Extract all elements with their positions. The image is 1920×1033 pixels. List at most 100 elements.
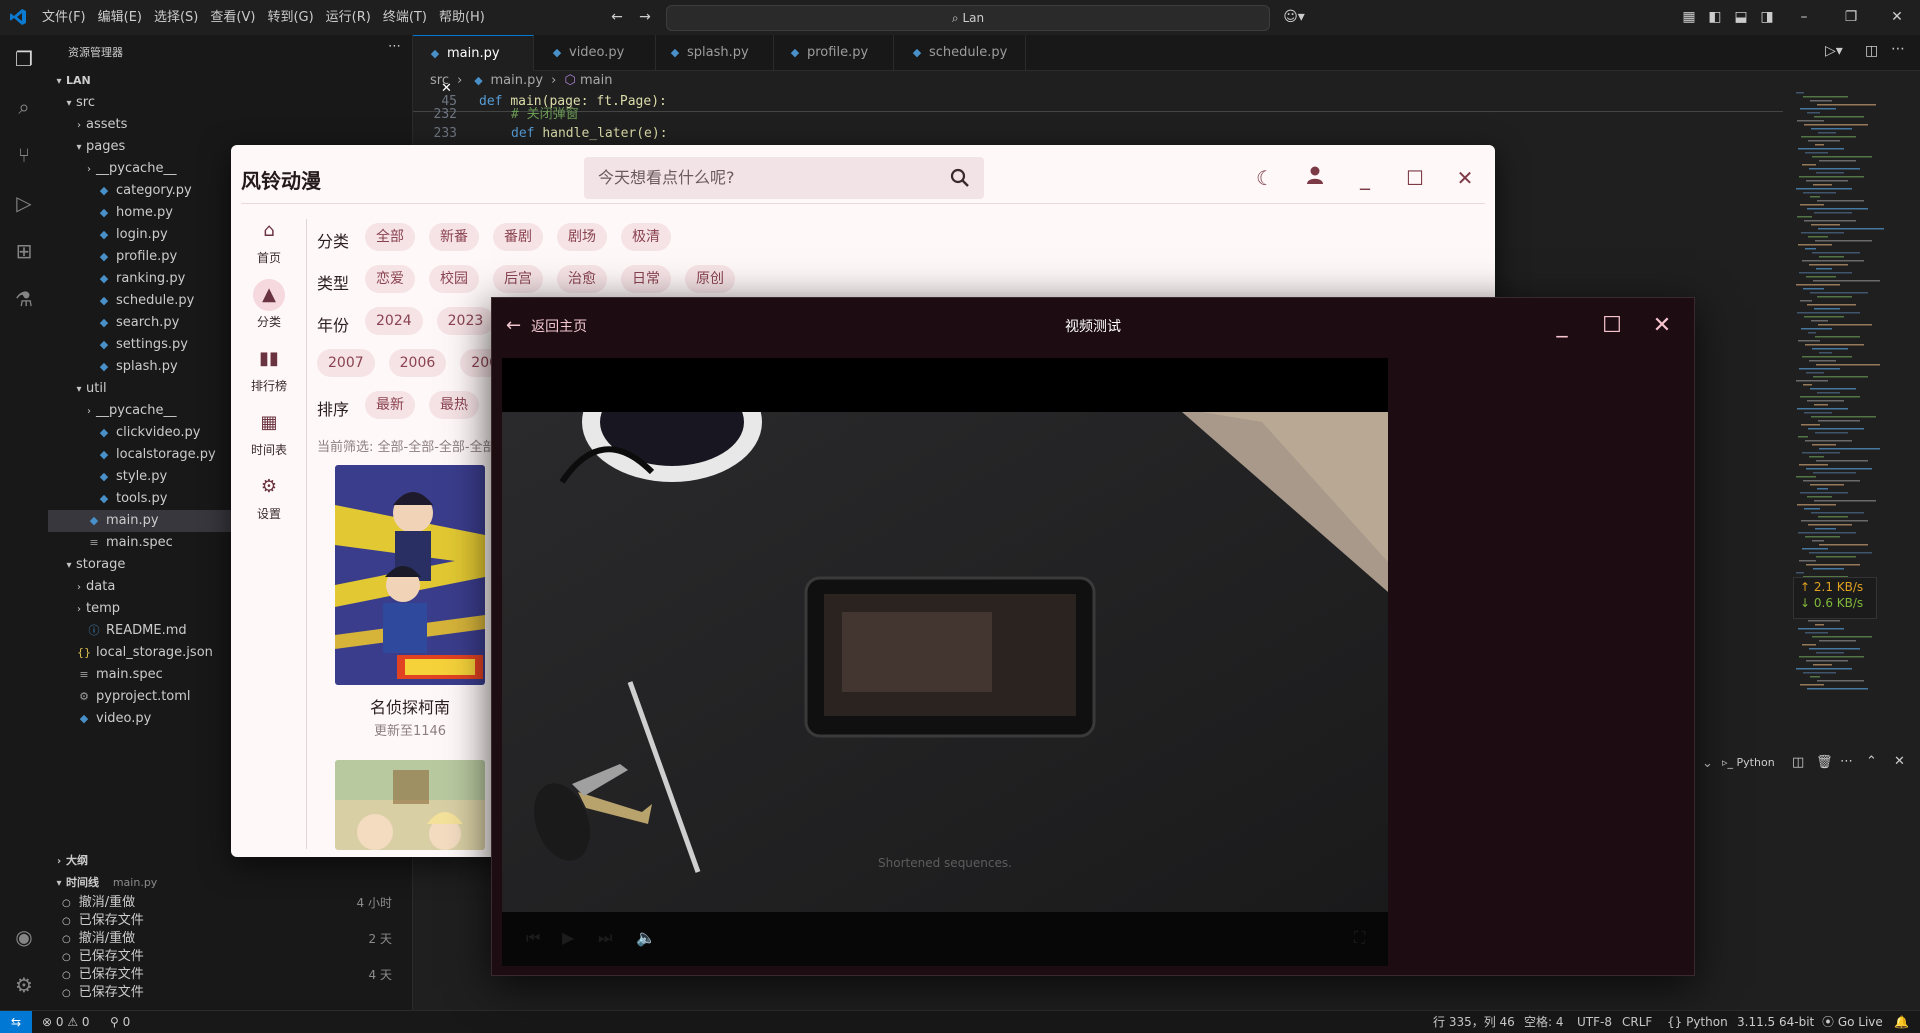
- menu-go[interactable]: 转到(G): [261, 0, 319, 35]
- manage-gear-icon[interactable]: ⚙: [10, 971, 38, 999]
- chevron-down-icon[interactable]: ⌄: [1702, 756, 1713, 771]
- notifications-bell-icon[interactable]: 🔔: [1894, 1011, 1909, 1033]
- tab-splash-py[interactable]: ◆ splash.py: [653, 35, 774, 70]
- panel-more-icon[interactable]: ⋯: [1840, 754, 1853, 769]
- volume-icon[interactable]: 🔈: [636, 928, 656, 947]
- copilot-icon[interactable]: ☺▾: [1280, 8, 1308, 26]
- encoding[interactable]: UTF-8: [1577, 1011, 1612, 1033]
- search-icon[interactable]: [950, 168, 970, 188]
- tab-video-py[interactable]: ◆ video.py: [535, 35, 656, 70]
- breadcrumb-item[interactable]: main.py: [490, 73, 543, 88]
- menu-view[interactable]: 查看(V): [204, 0, 261, 35]
- back-arrow-icon[interactable]: ←: [608, 8, 626, 26]
- maximize-icon[interactable]: ☐: [1598, 312, 1626, 340]
- filter-chip[interactable]: 新番: [429, 223, 479, 251]
- problems-indicator[interactable]: ⊗ 0 ⚠ 0: [42, 1011, 90, 1033]
- tab-schedule-py[interactable]: ◆ schedule.py: [895, 35, 1026, 70]
- restore-icon[interactable]: ❐: [1842, 8, 1860, 26]
- filter-chip[interactable]: 治愈: [557, 265, 607, 293]
- timeline-item[interactable]: ○ 已保存文件: [48, 912, 412, 930]
- search-icon[interactable]: ⌕: [10, 93, 38, 121]
- filter-chip[interactable]: 2007: [317, 349, 375, 377]
- extensions-icon[interactable]: ⊞: [10, 237, 38, 265]
- filter-chip[interactable]: 最新: [365, 391, 415, 419]
- menu-terminal[interactable]: 终端(T): [377, 0, 433, 35]
- filter-chip[interactable]: 后宫: [493, 265, 543, 293]
- filter-chip[interactable]: 极清: [621, 223, 671, 251]
- tab-main-py[interactable]: ◆ main.py ✕: [413, 35, 534, 96]
- filter-chip[interactable]: 最热: [429, 391, 479, 419]
- play-icon[interactable]: ▶: [562, 928, 574, 947]
- tab-profile-py[interactable]: ◆ profile.py: [773, 35, 894, 70]
- minimize-icon[interactable]: _: [1548, 312, 1576, 340]
- filter-chip[interactable]: 日常: [621, 265, 671, 293]
- filter-chip[interactable]: 恋爱: [365, 265, 415, 293]
- layout-icon[interactable]: ▦: [1680, 8, 1698, 26]
- close-icon[interactable]: ✕: [1894, 754, 1905, 769]
- close-icon[interactable]: ✕: [1888, 8, 1906, 26]
- code-line[interactable]: 233 def handle_later(e):: [413, 124, 668, 143]
- user-icon[interactable]: [1302, 165, 1328, 191]
- split-terminal-icon[interactable]: ◫: [1792, 755, 1804, 770]
- timeline-item[interactable]: ○ 撤消/重做 4 小时: [48, 894, 412, 912]
- breadcrumb-item[interactable]: main: [580, 73, 612, 88]
- filter-chip[interactable]: 原创: [685, 265, 735, 293]
- close-icon[interactable]: ✕: [1452, 165, 1478, 191]
- command-center[interactable]: ⌕ Lan: [666, 5, 1270, 31]
- remote-indicator-icon[interactable]: ⇆: [0, 1011, 32, 1033]
- nav-category[interactable]: ▲ 分类: [231, 279, 307, 339]
- filter-chip[interactable]: 全部: [365, 223, 415, 251]
- minimap[interactable]: [1790, 88, 1910, 728]
- timeline-item[interactable]: ○ 已保存文件 4 天: [48, 966, 412, 984]
- run-debug-icon[interactable]: ▷: [10, 189, 38, 217]
- filter-chip[interactable]: 剧场: [557, 223, 607, 251]
- trash-icon[interactable]: 🗑: [1816, 755, 1833, 770]
- filter-chip[interactable]: 2024: [365, 307, 423, 335]
- go-live-button[interactable]: ⦿ Go Live: [1822, 1011, 1883, 1033]
- ports-indicator[interactable]: ⚲ 0: [110, 1011, 130, 1033]
- dark-mode-moon-icon[interactable]: ☾: [1252, 165, 1278, 191]
- skip-previous-icon[interactable]: ⏮: [526, 928, 540, 948]
- breadcrumb-item[interactable]: src: [430, 73, 449, 88]
- run-file-icon[interactable]: ▷▾: [1825, 43, 1843, 59]
- fullscreen-icon[interactable]: ⛶: [1354, 928, 1365, 948]
- language-mode[interactable]: {} Python: [1667, 1011, 1728, 1033]
- menu-edit[interactable]: 编辑(E): [92, 0, 148, 35]
- nav-ranking[interactable]: ▮▮ 排行榜: [231, 343, 307, 403]
- timeline-item[interactable]: ○ 已保存文件: [48, 984, 412, 1002]
- nav-settings[interactable]: ⚙ 设置: [231, 471, 307, 531]
- accounts-icon[interactable]: ◉: [10, 923, 38, 951]
- nav-home[interactable]: ⌂ 首页: [231, 215, 307, 275]
- skip-next-icon[interactable]: ⏭: [598, 928, 612, 948]
- menu-file[interactable]: 文件(F): [36, 0, 92, 35]
- menu-selection[interactable]: 选择(S): [148, 0, 204, 35]
- nav-schedule[interactable]: ▦ 时间表: [231, 407, 307, 467]
- timeline-section[interactable]: ▾ 时间线 main.py: [48, 872, 412, 894]
- filter-chip[interactable]: 校园: [429, 265, 479, 293]
- minimize-icon[interactable]: –: [1795, 8, 1813, 26]
- explorer-icon[interactable]: ❐: [10, 45, 38, 73]
- split-editor-icon[interactable]: ◫: [1865, 43, 1878, 59]
- minimize-icon[interactable]: _: [1352, 165, 1378, 191]
- tree-item[interactable]: › assets: [48, 114, 412, 136]
- workspace-root[interactable]: ▾ LAN: [48, 70, 412, 92]
- source-control-icon[interactable]: ⑂: [10, 141, 38, 169]
- code-line[interactable]: 232 # 关闭弹窗: [413, 107, 579, 123]
- filter-chip[interactable]: 2006: [388, 349, 447, 377]
- app-search-box[interactable]: 今天想看点什么呢?: [584, 157, 984, 199]
- indentation[interactable]: 空格: 4: [1524, 1011, 1564, 1033]
- filter-chip[interactable]: 番剧: [493, 223, 543, 251]
- testing-icon[interactable]: ⚗: [10, 285, 38, 313]
- video-player[interactable]: Shortened sequences. ⏮ ▶ ⏭ 🔈 ⛶: [502, 358, 1388, 966]
- maximize-panel-icon[interactable]: ⌃: [1866, 754, 1877, 769]
- more-actions-icon[interactable]: ⋯: [388, 39, 401, 54]
- line-ending[interactable]: CRLF: [1622, 1011, 1652, 1033]
- close-icon[interactable]: ✕: [1648, 312, 1676, 340]
- toggle-sidebar-icon[interactable]: ◧: [1706, 8, 1724, 26]
- editor-more-icon[interactable]: ⋯: [1891, 41, 1905, 57]
- python-interpreter[interactable]: 3.11.5 64-bit: [1737, 1011, 1814, 1033]
- anime-card[interactable]: [335, 760, 487, 850]
- maximize-icon[interactable]: ☐: [1402, 165, 1428, 191]
- toggle-secondary-sidebar-icon[interactable]: ◨: [1758, 8, 1776, 26]
- forward-arrow-icon[interactable]: →: [636, 8, 654, 26]
